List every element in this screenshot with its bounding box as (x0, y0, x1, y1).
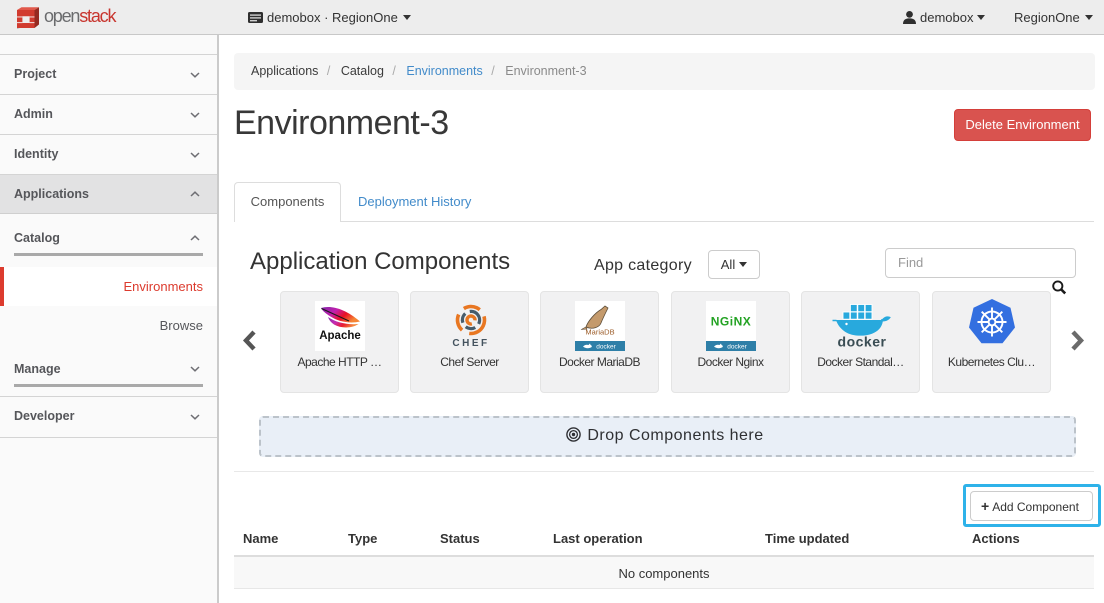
svg-text:docker: docker (838, 334, 887, 350)
svg-text:docker: docker (596, 344, 616, 351)
svg-text:MariaDB: MariaDB (585, 328, 614, 337)
svg-text:docker: docker (727, 344, 747, 351)
svg-text:Apache: Apache (319, 330, 361, 342)
svg-text:CHEF: CHEF (452, 338, 489, 349)
svg-text:NGiNX: NGiNX (711, 315, 752, 329)
